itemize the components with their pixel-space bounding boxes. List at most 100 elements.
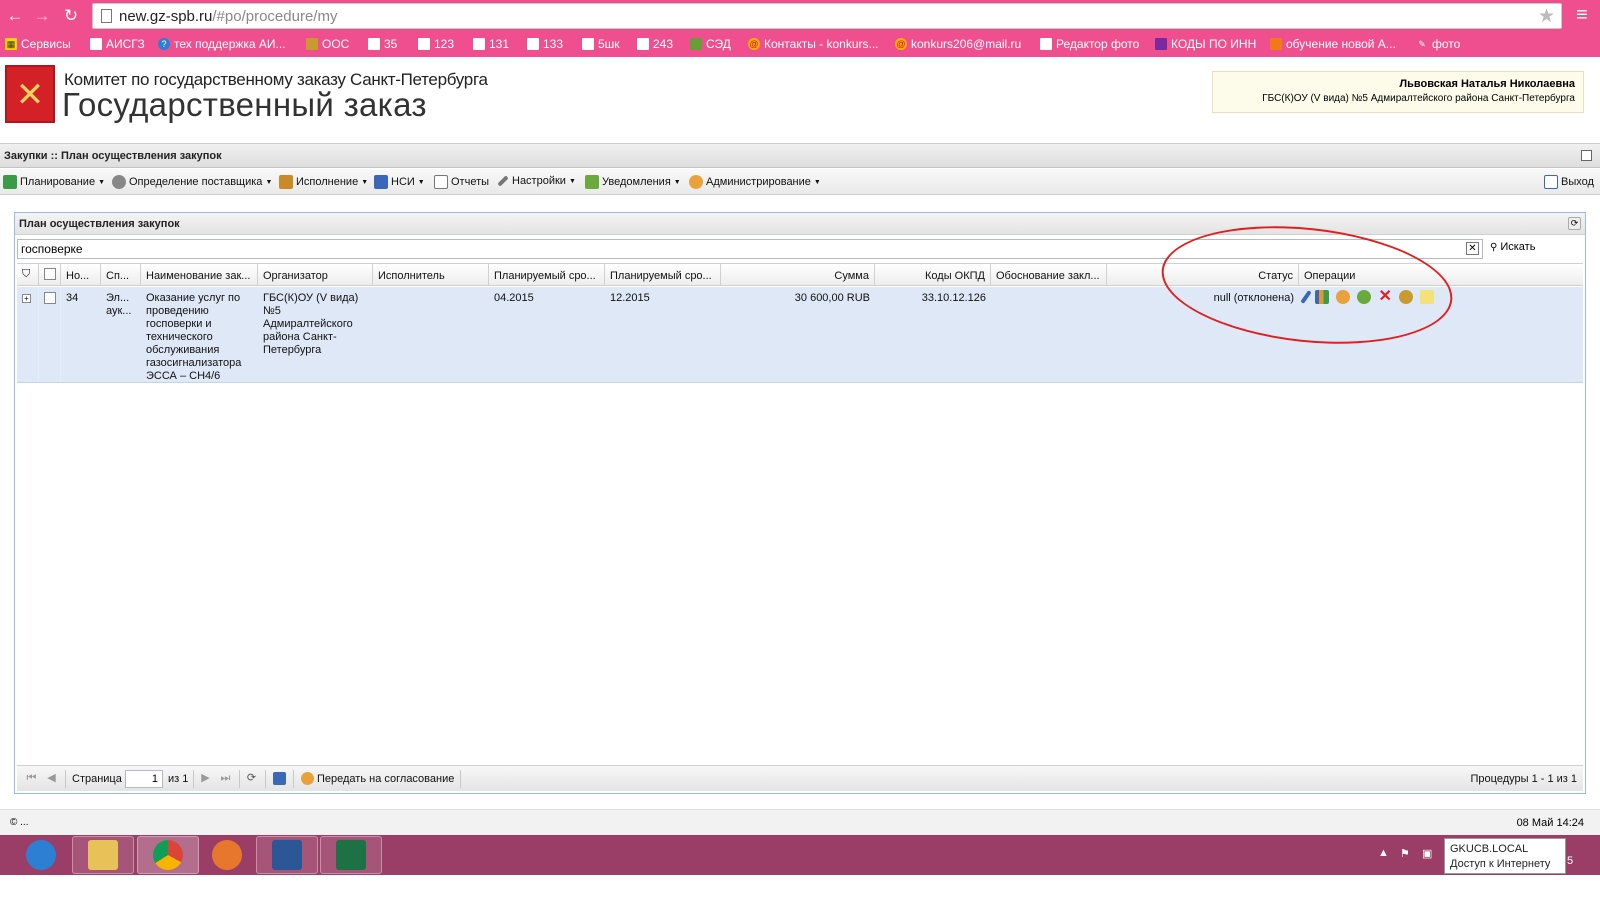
page-icon: [418, 38, 430, 50]
bookmark-item[interactable]: 35: [368, 37, 397, 51]
breadcrumb: Закупки :: План осуществления закупок: [4, 150, 222, 162]
bookmark-item[interactable]: Редактор фото: [1040, 37, 1139, 51]
col-operations[interactable]: Операции: [1299, 264, 1583, 286]
col-status[interactable]: Статус: [1107, 264, 1299, 286]
col-number[interactable]: Но...: [61, 264, 101, 286]
select-all-checkbox[interactable]: [39, 264, 61, 286]
bookmark-label: 123: [434, 37, 455, 51]
media-taskbar-button[interactable]: [196, 836, 258, 874]
send-icon[interactable]: [1336, 290, 1351, 304]
bookmark-label: konkurs206@mail.ru: [911, 37, 1022, 51]
filter-icon[interactable]: ⛉: [17, 264, 39, 286]
col-planned-end[interactable]: Планируемый сро...: [605, 264, 721, 286]
last-page-icon[interactable]: ⏭: [219, 772, 232, 785]
col-method[interactable]: Сп...: [101, 264, 141, 286]
col-sum[interactable]: Сумма: [721, 264, 875, 286]
menu-label: Исполнение: [296, 176, 359, 188]
send-approval-button[interactable]: Передать на согласование: [301, 772, 454, 785]
bookmark-item[interactable]: СЭД: [690, 37, 731, 51]
col-organizer[interactable]: Организатор: [258, 264, 373, 286]
tray-expand-icon[interactable]: ▲: [1378, 847, 1389, 859]
search-box: ✕: [17, 239, 1483, 259]
network-icon[interactable]: ▣: [1422, 847, 1432, 860]
search-input[interactable]: [18, 240, 1458, 258]
chart-icon[interactable]: [1315, 290, 1330, 304]
edit-icon[interactable]: [1300, 290, 1312, 304]
next-page-icon[interactable]: ▶: [199, 772, 212, 785]
page-number-input[interactable]: [125, 770, 163, 788]
menu-reports[interactable]: Отчеты: [434, 175, 489, 189]
first-page-icon[interactable]: ⏮: [25, 772, 38, 785]
action-center-icon[interactable]: ⚑: [1400, 847, 1410, 860]
bookmark-item[interactable]: ▦ Сервисы: [5, 37, 71, 51]
bookmark-item[interactable]: 133: [527, 37, 563, 51]
col-planned-start[interactable]: Планируемый сро...: [489, 264, 605, 286]
bookmark-item[interactable]: 123: [418, 37, 454, 51]
bookmark-item[interactable]: АИСГЗ: [90, 37, 145, 51]
header-title: Государственный заказ: [62, 86, 427, 123]
menu-settings[interactable]: Настройки ▼: [497, 175, 576, 187]
bookmark-label: Редактор фото: [1056, 37, 1140, 51]
menu-supplier[interactable]: Определение поставщика ▼: [112, 175, 272, 189]
col-okpd[interactable]: Коды ОКПД: [875, 264, 991, 286]
bookmark-item[interactable]: @ konkurs206@mail.ru: [895, 37, 1021, 51]
chrome-taskbar-button[interactable]: [137, 836, 199, 874]
bookmark-item[interactable]: 5шк: [582, 37, 620, 51]
bookmark-item[interactable]: ? тех поддержка АИ...: [158, 37, 286, 51]
bookmark-item[interactable]: ✎ фото: [1416, 37, 1460, 51]
logout-button[interactable]: Выход: [1544, 175, 1594, 189]
collapse-icon[interactable]: [1581, 150, 1592, 161]
gear-icon[interactable]: [1357, 290, 1372, 304]
save-icon[interactable]: [273, 772, 286, 785]
tooltip-status: Доступ к Интернету: [1450, 858, 1551, 870]
col-name[interactable]: Наименование зак...: [141, 264, 258, 286]
row-expander[interactable]: +: [17, 287, 39, 382]
bookmark-item[interactable]: 131: [473, 37, 509, 51]
clear-search-icon[interactable]: ✕: [1466, 242, 1479, 255]
bookmark-label: 5шк: [598, 37, 620, 51]
address-bar[interactable]: new.gz-spb.ru/#po/procedure/my ★: [92, 3, 1562, 29]
bookmark-star-icon[interactable]: ★: [1538, 5, 1555, 28]
back-arrow-icon[interactable]: ←: [5, 6, 25, 26]
bookmark-item[interactable]: @ Контакты - konkurs...: [748, 37, 879, 51]
reload-icon[interactable]: ⟳: [245, 772, 258, 785]
prev-page-icon[interactable]: ◀: [45, 772, 58, 785]
menu-label: Определение поставщика: [129, 176, 263, 188]
planning-icon: [3, 175, 17, 189]
forward-arrow-icon[interactable]: →: [32, 6, 52, 26]
menu-administration[interactable]: Администрирование ▼: [689, 175, 821, 189]
explorer-taskbar-button[interactable]: [72, 836, 134, 874]
col-executor[interactable]: Исполнитель: [373, 264, 489, 286]
table-row[interactable]: + 34 Эл... аук... Оказание услуг по пров…: [17, 287, 1583, 383]
browser-menu-icon[interactable]: ≡: [1576, 5, 1596, 25]
col-justification[interactable]: Обоснование закл...: [991, 264, 1107, 286]
bookmark-item[interactable]: КОДЫ ПО ИНН: [1155, 37, 1256, 51]
gears-icon: [112, 175, 126, 189]
refresh-icon[interactable]: ⟳: [1568, 217, 1581, 230]
note-icon[interactable]: [1420, 290, 1435, 304]
menu-planning[interactable]: Планирование ▼: [3, 175, 105, 189]
menu-notifications[interactable]: Уведомления ▼: [585, 175, 681, 189]
search-button[interactable]: ⚲ Искать: [1490, 241, 1535, 253]
emblem-icon[interactable]: [1399, 290, 1414, 304]
cell-organizer: ГБС(К)ОУ (V вида) №5 Адмиралтейского рай…: [263, 292, 359, 356]
word-taskbar-button[interactable]: [256, 836, 318, 874]
ie-taskbar-button[interactable]: [10, 836, 72, 874]
reload-icon[interactable]: ↻: [61, 6, 81, 26]
menu-nsi[interactable]: НСИ ▼: [374, 175, 425, 189]
menu-label: Уведомления: [602, 176, 671, 188]
bookmark-item[interactable]: 243: [637, 37, 673, 51]
pencil-icon: ✎: [1418, 39, 1426, 49]
grid-header: ⛉ Но... Сп... Наименование зак... Органи…: [17, 263, 1583, 286]
row-checkbox[interactable]: [39, 287, 61, 382]
excel-taskbar-button[interactable]: [320, 836, 382, 874]
bookmark-item[interactable]: обучение новой А...: [1270, 37, 1396, 51]
menu-execution[interactable]: Исполнение ▼: [279, 175, 368, 189]
menu-label: Настройки: [512, 175, 566, 187]
menu-label: Администрирование: [706, 176, 811, 188]
book-icon: [374, 175, 388, 189]
page-icon: [90, 38, 102, 50]
delete-icon[interactable]: ✕: [1378, 289, 1392, 305]
url-text[interactable]: new.gz-spb.ru/#po/procedure/my: [119, 8, 337, 25]
bookmark-item[interactable]: ООС: [306, 37, 349, 51]
